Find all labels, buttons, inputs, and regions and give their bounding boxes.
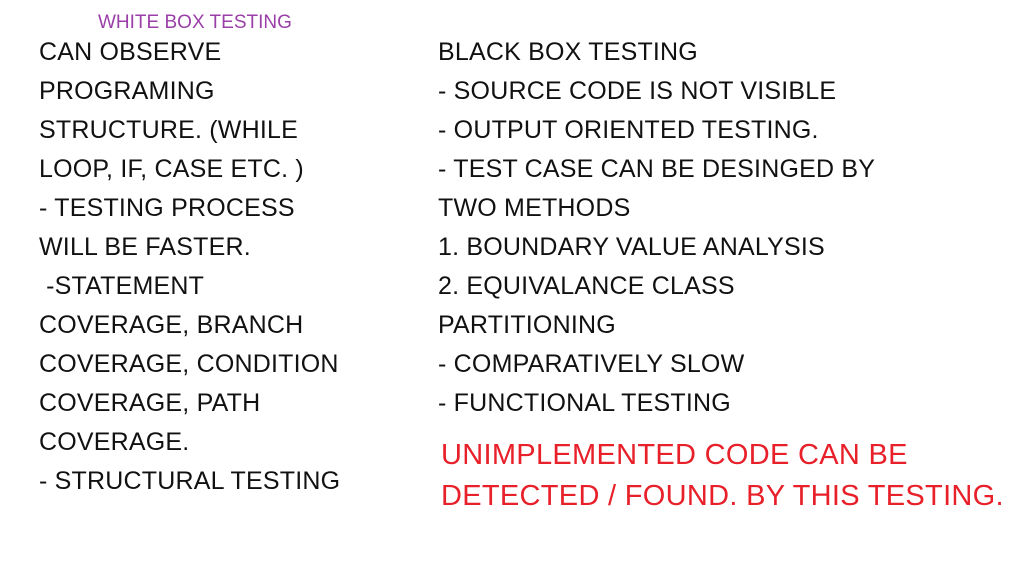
- black-box-line: - COMPARATIVELY SLOW: [438, 350, 745, 378]
- white-box-line: COVERAGE, CONDITION: [39, 350, 339, 378]
- white-box-line: LOOP, IF, CASE ETC. ): [39, 155, 304, 183]
- black-box-line: TWO METHODS: [438, 194, 631, 222]
- white-box-line: -STATEMENT: [39, 272, 205, 300]
- black-box-heading: BLACK BOX TESTING: [438, 38, 698, 66]
- white-box-line: WILL BE FASTER.: [39, 233, 251, 261]
- white-box-line: COVERAGE.: [39, 428, 190, 456]
- white-box-line: PROGRAMING: [39, 77, 215, 105]
- black-box-highlight-note: UNIMPLEMENTED CODE CAN BE DETECTED / FOU…: [441, 435, 1004, 517]
- black-box-line: - TEST CASE CAN BE DESINGED BY: [438, 155, 876, 183]
- white-box-line: CAN OBSERVE: [39, 38, 222, 66]
- black-box-line: - OUTPUT ORIENTED TESTING.: [438, 116, 819, 144]
- black-box-line: 2. EQUIVALANCE CLASS: [438, 272, 735, 300]
- black-box-notes: BLACK BOX TESTING - SOURCE CODE IS NOT V…: [438, 33, 998, 423]
- black-box-line: - FUNCTIONAL TESTING: [438, 389, 731, 417]
- white-box-line: STRUCTURE. (WHILE: [39, 116, 298, 144]
- black-box-line: 1. BOUNDARY VALUE ANALYSIS: [438, 233, 825, 261]
- white-box-line: COVERAGE, PATH: [39, 389, 261, 417]
- note-line: DETECTED / FOUND. BY THIS TESTING.: [441, 480, 1004, 512]
- black-box-line: - SOURCE CODE IS NOT VISIBLE: [438, 77, 837, 105]
- white-box-line: - TESTING PROCESS: [39, 194, 295, 222]
- white-box-line: COVERAGE, BRANCH: [39, 311, 304, 339]
- white-box-notes: CAN OBSERVE PROGRAMING STRUCTURE. (WHILE…: [39, 33, 399, 501]
- white-box-line: - STRUCTURAL TESTING: [39, 467, 341, 495]
- black-box-line: PARTITIONING: [438, 311, 616, 339]
- note-line: UNIMPLEMENTED CODE CAN BE: [441, 439, 908, 471]
